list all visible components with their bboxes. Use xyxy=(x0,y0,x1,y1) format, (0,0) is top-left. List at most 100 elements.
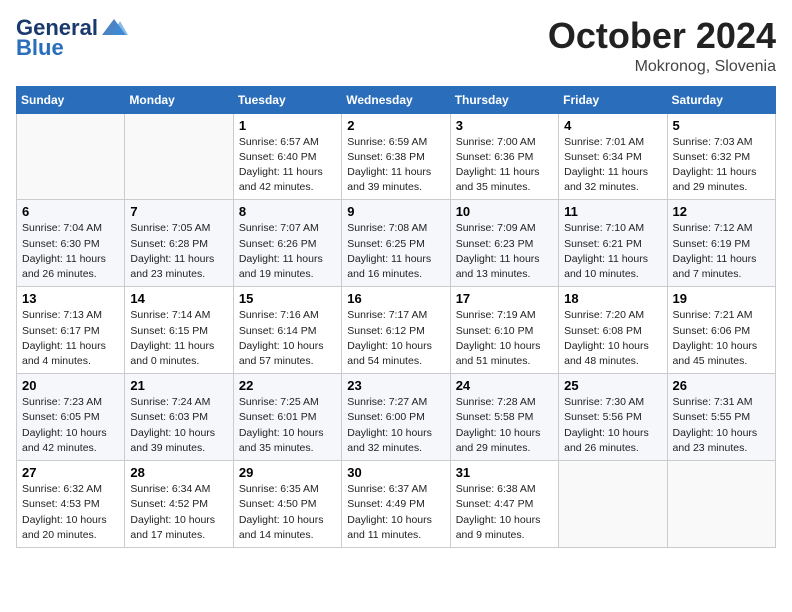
calendar-cell: 3 Sunrise: 7:00 AM Sunset: 6:36 PM Daylig… xyxy=(450,113,558,200)
calendar-cell: 15 Sunrise: 7:16 AM Sunset: 6:14 PM Dayli… xyxy=(233,287,341,374)
day-info: Sunrise: 7:14 AM Sunset: 6:15 PM Dayligh… xyxy=(130,308,227,369)
day-number: 22 xyxy=(239,378,336,393)
calendar-day-header: Saturday xyxy=(667,86,775,113)
day-info: Sunrise: 7:30 AM Sunset: 5:56 PM Dayligh… xyxy=(564,395,661,456)
calendar-cell: 8Sunrise: 7:07 AM Sunset: 6:26 PM Daylig… xyxy=(233,200,341,287)
day-info: Sunrise: 7:10 AM Sunset: 6:21 PM Dayligh… xyxy=(564,221,661,282)
calendar-cell: 24 Sunrise: 7:28 AM Sunset: 5:58 PM Dayli… xyxy=(450,374,558,461)
calendar-cell: 31Sunrise: 6:38 AM Sunset: 4:47 PM Dayli… xyxy=(450,461,558,548)
day-info: Sunrise: 6:57 AM Sunset: 6:40 PM Dayligh… xyxy=(239,135,336,196)
day-number: 17 xyxy=(456,291,553,306)
calendar-cell: 10 Sunrise: 7:09 AM Sunset: 6:23 PM Dayli… xyxy=(450,200,558,287)
day-number: 3 xyxy=(456,118,553,133)
day-info: Sunrise: 6:35 AM Sunset: 4:50 PM Dayligh… xyxy=(239,482,336,543)
day-info: Sunrise: 7:13 AM Sunset: 6:17 PM Dayligh… xyxy=(22,308,119,369)
calendar-cell: 14 Sunrise: 7:14 AM Sunset: 6:15 PM Dayli… xyxy=(125,287,233,374)
day-number: 19 xyxy=(673,291,770,306)
logo-blue: Blue xyxy=(16,36,128,60)
day-number: 30 xyxy=(347,465,444,480)
calendar-week-row: 27Sunrise: 6:32 AM Sunset: 4:53 PM Dayli… xyxy=(17,461,776,548)
calendar-cell: 16Sunrise: 7:17 AM Sunset: 6:12 PM Dayli… xyxy=(342,287,450,374)
day-info: Sunrise: 7:25 AM Sunset: 6:01 PM Dayligh… xyxy=(239,395,336,456)
day-number: 25 xyxy=(564,378,661,393)
day-number: 7 xyxy=(130,204,227,219)
day-info: Sunrise: 7:07 AM Sunset: 6:26 PM Dayligh… xyxy=(239,221,336,282)
calendar-cell xyxy=(17,113,125,200)
day-info: Sunrise: 7:03 AM Sunset: 6:32 PM Dayligh… xyxy=(673,135,770,196)
calendar-cell xyxy=(125,113,233,200)
day-number: 20 xyxy=(22,378,119,393)
day-info: Sunrise: 7:17 AM Sunset: 6:12 PM Dayligh… xyxy=(347,308,444,369)
day-number: 18 xyxy=(564,291,661,306)
day-number: 14 xyxy=(130,291,227,306)
day-number: 15 xyxy=(239,291,336,306)
calendar-day-header: Monday xyxy=(125,86,233,113)
day-info: Sunrise: 7:12 AM Sunset: 6:19 PM Dayligh… xyxy=(673,221,770,282)
calendar-cell: 13 Sunrise: 7:13 AM Sunset: 6:17 PM Dayli… xyxy=(17,287,125,374)
calendar-cell: 12 Sunrise: 7:12 AM Sunset: 6:19 PM Dayli… xyxy=(667,200,775,287)
day-number: 24 xyxy=(456,378,553,393)
day-info: Sunrise: 7:16 AM Sunset: 6:14 PM Dayligh… xyxy=(239,308,336,369)
calendar-day-header: Wednesday xyxy=(342,86,450,113)
day-number: 21 xyxy=(130,378,227,393)
calendar-cell: 7 Sunrise: 7:05 AM Sunset: 6:28 PM Daylig… xyxy=(125,200,233,287)
month-title: October 2024 xyxy=(548,16,776,56)
title-area: October 2024 Mokronog, Slovenia xyxy=(548,16,776,76)
day-number: 10 xyxy=(456,204,553,219)
day-number: 12 xyxy=(673,204,770,219)
day-info: Sunrise: 7:01 AM Sunset: 6:34 PM Dayligh… xyxy=(564,135,661,196)
calendar-cell: 17Sunrise: 7:19 AM Sunset: 6:10 PM Dayli… xyxy=(450,287,558,374)
day-info: Sunrise: 7:08 AM Sunset: 6:25 PM Dayligh… xyxy=(347,221,444,282)
calendar-cell: 28 Sunrise: 6:34 AM Sunset: 4:52 PM Dayli… xyxy=(125,461,233,548)
calendar-cell: 27Sunrise: 6:32 AM Sunset: 4:53 PM Dayli… xyxy=(17,461,125,548)
calendar-cell: 23 Sunrise: 7:27 AM Sunset: 6:00 PM Dayli… xyxy=(342,374,450,461)
calendar-table: SundayMondayTuesdayWednesdayThursdayFrid… xyxy=(16,86,776,548)
calendar-cell: 18 Sunrise: 7:20 AM Sunset: 6:08 PM Dayli… xyxy=(559,287,667,374)
day-info: Sunrise: 7:21 AM Sunset: 6:06 PM Dayligh… xyxy=(673,308,770,369)
day-info: Sunrise: 7:00 AM Sunset: 6:36 PM Dayligh… xyxy=(456,135,553,196)
calendar-cell: 6Sunrise: 7:04 AM Sunset: 6:30 PM Daylig… xyxy=(17,200,125,287)
day-number: 29 xyxy=(239,465,336,480)
calendar-cell: 1 Sunrise: 6:57 AM Sunset: 6:40 PM Daylig… xyxy=(233,113,341,200)
calendar-cell: 2Sunrise: 6:59 AM Sunset: 6:38 PM Daylig… xyxy=(342,113,450,200)
day-number: 23 xyxy=(347,378,444,393)
page-header: General Blue October 2024 Mokronog, Slov… xyxy=(16,16,776,76)
calendar-day-header: Tuesday xyxy=(233,86,341,113)
calendar-week-row: 13 Sunrise: 7:13 AM Sunset: 6:17 PM Dayli… xyxy=(17,287,776,374)
day-number: 9 xyxy=(347,204,444,219)
calendar-cell: 4 Sunrise: 7:01 AM Sunset: 6:34 PM Daylig… xyxy=(559,113,667,200)
day-number: 2 xyxy=(347,118,444,133)
day-info: Sunrise: 7:09 AM Sunset: 6:23 PM Dayligh… xyxy=(456,221,553,282)
calendar-body: 1 Sunrise: 6:57 AM Sunset: 6:40 PM Daylig… xyxy=(17,113,776,547)
location: Mokronog, Slovenia xyxy=(548,58,776,76)
day-info: Sunrise: 7:27 AM Sunset: 6:00 PM Dayligh… xyxy=(347,395,444,456)
calendar-cell: 19 Sunrise: 7:21 AM Sunset: 6:06 PM Dayli… xyxy=(667,287,775,374)
calendar-cell: 30 Sunrise: 6:37 AM Sunset: 4:49 PM Dayli… xyxy=(342,461,450,548)
day-info: Sunrise: 6:37 AM Sunset: 4:49 PM Dayligh… xyxy=(347,482,444,543)
calendar-cell: 22 Sunrise: 7:25 AM Sunset: 6:01 PM Dayli… xyxy=(233,374,341,461)
day-info: Sunrise: 7:28 AM Sunset: 5:58 PM Dayligh… xyxy=(456,395,553,456)
day-info: Sunrise: 7:20 AM Sunset: 6:08 PM Dayligh… xyxy=(564,308,661,369)
day-number: 26 xyxy=(673,378,770,393)
day-info: Sunrise: 6:34 AM Sunset: 4:52 PM Dayligh… xyxy=(130,482,227,543)
day-number: 11 xyxy=(564,204,661,219)
calendar-cell: 20 Sunrise: 7:23 AM Sunset: 6:05 PM Dayli… xyxy=(17,374,125,461)
day-number: 4 xyxy=(564,118,661,133)
calendar-cell: 21 Sunrise: 7:24 AM Sunset: 6:03 PM Dayli… xyxy=(125,374,233,461)
day-info: Sunrise: 7:24 AM Sunset: 6:03 PM Dayligh… xyxy=(130,395,227,456)
calendar-cell: 11 Sunrise: 7:10 AM Sunset: 6:21 PM Dayli… xyxy=(559,200,667,287)
day-info: Sunrise: 7:23 AM Sunset: 6:05 PM Dayligh… xyxy=(22,395,119,456)
day-info: Sunrise: 7:04 AM Sunset: 6:30 PM Dayligh… xyxy=(22,221,119,282)
calendar-cell: 5 Sunrise: 7:03 AM Sunset: 6:32 PM Daylig… xyxy=(667,113,775,200)
day-number: 13 xyxy=(22,291,119,306)
logo: General Blue xyxy=(16,16,128,60)
calendar-cell: 25 Sunrise: 7:30 AM Sunset: 5:56 PM Dayli… xyxy=(559,374,667,461)
day-number: 5 xyxy=(673,118,770,133)
day-number: 1 xyxy=(239,118,336,133)
calendar-header-row: SundayMondayTuesdayWednesdayThursdayFrid… xyxy=(17,86,776,113)
day-info: Sunrise: 6:32 AM Sunset: 4:53 PM Dayligh… xyxy=(22,482,119,543)
calendar-day-header: Friday xyxy=(559,86,667,113)
day-info: Sunrise: 7:05 AM Sunset: 6:28 PM Dayligh… xyxy=(130,221,227,282)
day-number: 28 xyxy=(130,465,227,480)
calendar-cell: 29 Sunrise: 6:35 AM Sunset: 4:50 PM Dayli… xyxy=(233,461,341,548)
